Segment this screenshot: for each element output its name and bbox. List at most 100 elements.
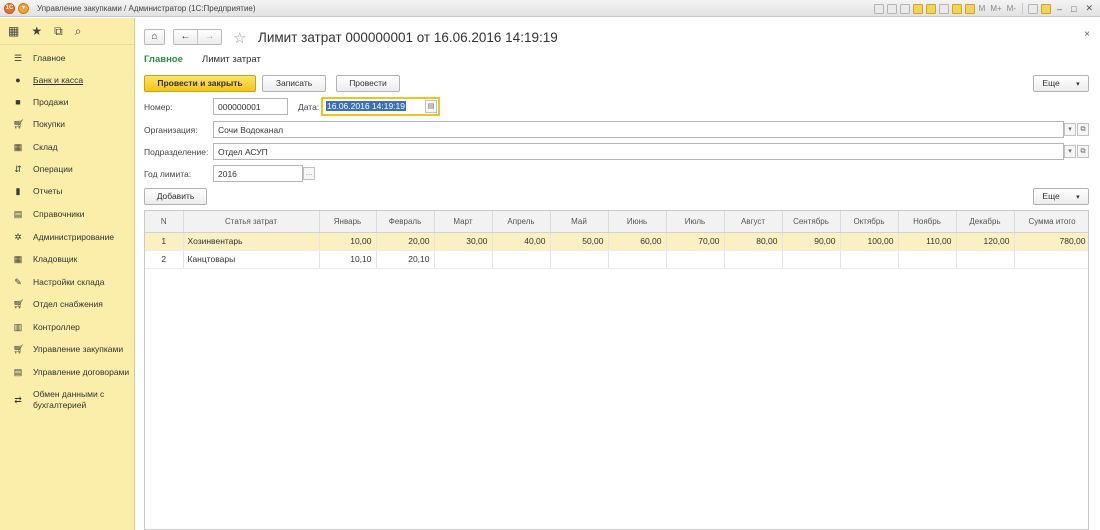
info-icon[interactable] <box>1041 3 1051 14</box>
close-form-icon[interactable]: × <box>1084 29 1090 40</box>
table-row[interactable]: 1 Хозинвентарь 10,00 20,00 30,00 40,00 5… <box>145 232 1088 251</box>
department-dropdown-icon[interactable]: ▾ <box>1064 145 1076 158</box>
column-header[interactable]: Май <box>550 211 609 233</box>
organization-field[interactable]: Сочи Водоканал <box>213 121 1064 138</box>
column-header[interactable]: Август <box>724 211 783 233</box>
month-cell[interactable]: 20,10 <box>376 250 435 269</box>
column-header[interactable]: Январь <box>319 211 377 233</box>
maximize-icon[interactable]: □ <box>1068 4 1079 14</box>
sidebar-item-main[interactable]: ☰ Главное <box>0 53 135 64</box>
cost-item-cell[interactable]: Хозинвентарь <box>183 232 320 251</box>
minimize-icon[interactable]: ‒ <box>1054 4 1065 14</box>
month-cell[interactable] <box>956 250 1015 269</box>
sidebar-item-storekeeper[interactable]: ▦ Кладовщик <box>0 254 135 265</box>
month-cell[interactable]: 90,00 <box>782 232 841 251</box>
column-header[interactable]: Март <box>434 211 493 233</box>
department-field[interactable]: Отдел АСУП <box>213 143 1064 160</box>
more-actions-button[interactable]: Еще ▾ <box>1033 75 1089 92</box>
post-button[interactable]: Провести <box>336 75 400 92</box>
column-header[interactable]: Декабрь <box>956 211 1015 233</box>
month-cell[interactable] <box>666 250 725 269</box>
cost-limit-table[interactable]: N Статья затрат Январь Февраль Март Апре… <box>144 210 1089 530</box>
month-cell[interactable] <box>434 250 493 269</box>
row-number-cell[interactable]: 1 <box>145 232 184 251</box>
memory-plus-button[interactable]: M+ <box>989 4 1002 13</box>
forward-icon[interactable]: → <box>198 30 221 44</box>
sidebar-item-warehouse[interactable]: ▦ Склад <box>0 142 135 153</box>
sidebar-item-procurement[interactable]: 🛒︎ Управление закупками <box>0 344 135 355</box>
cost-item-cell[interactable]: Канцтовары <box>183 250 320 269</box>
column-header[interactable]: Октябрь <box>840 211 899 233</box>
column-header[interactable]: Ноябрь <box>898 211 957 233</box>
month-cell[interactable] <box>840 250 899 269</box>
favorites-icon[interactable]: ★ <box>31 24 42 38</box>
save-icon[interactable] <box>873 3 884 14</box>
sidebar-item-reports[interactable]: ▮ Отчеты <box>0 186 135 197</box>
month-cell[interactable] <box>608 250 667 269</box>
tab-cost-limit[interactable]: Лимит затрат <box>202 54 261 65</box>
sidebar-item-purchases[interactable]: 🛒︎ Покупки <box>0 119 135 130</box>
month-cell[interactable]: 40,00 <box>492 232 551 251</box>
add-row-button[interactable]: Добавить <box>144 188 207 205</box>
month-cell[interactable]: 20,00 <box>376 232 435 251</box>
search-icon[interactable]: ⌕ <box>75 24 82 39</box>
column-header[interactable]: Апрель <box>492 211 551 233</box>
history-icon[interactable]: ⧉ <box>54 24 63 39</box>
sidebar-item-sales[interactable]: ■ Продажи <box>0 97 135 108</box>
department-open-icon[interactable]: ⧉ <box>1077 145 1089 158</box>
sidebar-item-catalogs[interactable]: ▤ Справочники <box>0 209 135 220</box>
close-window-icon[interactable]: ✕ <box>1082 3 1096 14</box>
preview-icon[interactable] <box>899 3 910 14</box>
column-header[interactable]: Сумма итого <box>1014 211 1088 233</box>
total-cell[interactable] <box>1014 250 1088 269</box>
sidebar-item-bank[interactable]: ● Банк и касса <box>0 75 135 86</box>
sidebar-item-supply-dept[interactable]: 🛒︎ Отдел снабжения <box>0 299 135 310</box>
print-icon[interactable] <box>886 3 897 14</box>
month-cell[interactable]: 10,10 <box>319 250 377 269</box>
month-cell[interactable] <box>492 250 551 269</box>
number-field[interactable]: 000000001 <box>213 98 288 115</box>
month-cell[interactable] <box>550 250 609 269</box>
sidebar-item-operations[interactable]: ⇵ Операции <box>0 164 135 175</box>
sidebar-item-administration[interactable]: ✲ Администрирование <box>0 232 135 243</box>
column-header[interactable]: Июль <box>666 211 725 233</box>
row-number-cell[interactable]: 2 <box>145 250 184 269</box>
limit-year-field[interactable]: 2016 <box>213 165 303 182</box>
month-cell[interactable]: 70,00 <box>666 232 725 251</box>
month-cell[interactable] <box>724 250 783 269</box>
panels-icon[interactable] <box>1028 3 1038 14</box>
table-row[interactable]: 2 Канцтовары 10,10 20,10 <box>145 250 1088 269</box>
column-header[interactable]: Июнь <box>608 211 667 233</box>
calendar-icon[interactable] <box>951 3 962 14</box>
grid-menu-icon[interactable]: ▦ <box>8 24 19 38</box>
month-cell[interactable]: 100,00 <box>840 232 899 251</box>
month-cell[interactable]: 60,00 <box>608 232 667 251</box>
home-button[interactable]: ⌂ <box>144 29 165 45</box>
month-cell[interactable]: 110,00 <box>898 232 957 251</box>
post-and-close-button[interactable]: Провести и закрыть <box>144 75 256 92</box>
tab-main[interactable]: Главное <box>144 54 183 65</box>
month-cell[interactable] <box>782 250 841 269</box>
month-cell[interactable]: 50,00 <box>550 232 609 251</box>
column-header[interactable]: N <box>145 211 184 233</box>
main-menu-icon[interactable]: ▾ <box>18 2 29 14</box>
date-field[interactable]: 16.06.2016 14:19:19 <box>321 97 440 116</box>
sidebar-item-contracts[interactable]: ▤ Управление договорами <box>0 367 135 378</box>
calculator-icon[interactable] <box>964 3 975 14</box>
month-cell[interactable]: 10,00 <box>319 232 377 251</box>
link-icon[interactable] <box>925 3 936 14</box>
column-header[interactable]: Февраль <box>376 211 435 233</box>
favorite-star-icon[interactable]: ☆ <box>233 29 246 47</box>
calendar-icon[interactable]: ▤ <box>425 100 437 113</box>
sidebar-item-data-exchange[interactable]: ⇄ Обмен данными с бухгалтерией <box>0 389 135 411</box>
month-cell[interactable]: 80,00 <box>724 232 783 251</box>
select-year-icon[interactable]: … <box>303 167 315 180</box>
column-header[interactable]: Статья затрат <box>183 211 320 233</box>
month-cell[interactable] <box>898 250 957 269</box>
organization-dropdown-icon[interactable]: ▾ <box>1064 123 1076 136</box>
month-cell[interactable]: 30,00 <box>434 232 493 251</box>
memory-button[interactable]: M <box>978 4 987 13</box>
save-button[interactable]: Записать <box>262 75 326 92</box>
table-more-button[interactable]: Еще ▾ <box>1033 188 1089 205</box>
column-header[interactable]: Сентябрь <box>782 211 841 233</box>
